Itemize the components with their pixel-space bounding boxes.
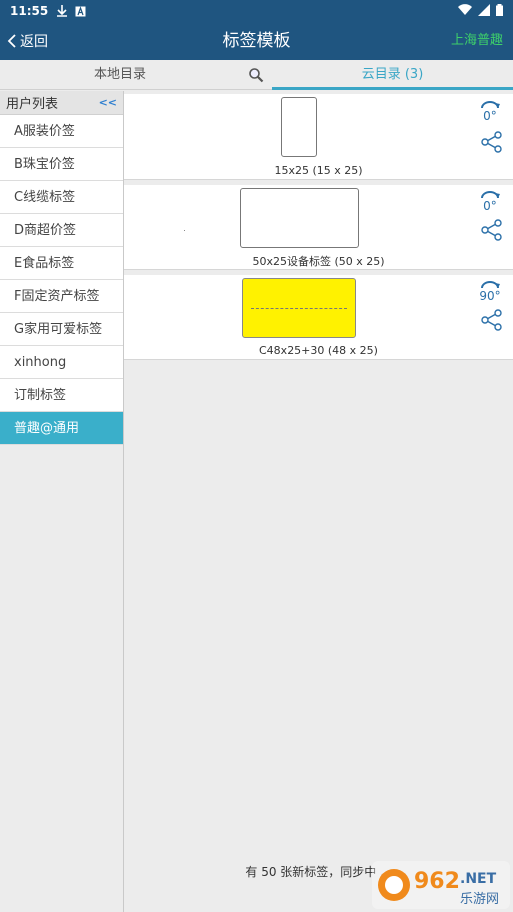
template-caption: 50x25设备标签 (50 x 25) (252, 255, 385, 268)
tab-cloud[interactable]: 云目录 (3) (272, 60, 513, 90)
signal-icon (478, 3, 490, 19)
battery-icon (496, 3, 503, 19)
sidebar-item[interactable]: 订制标签 (0, 379, 123, 412)
template-card[interactable]: 15x25 (15 x 25) 0° (124, 94, 513, 180)
wifi-icon (458, 4, 472, 18)
sidebar-item[interactable]: F固定资产标签 (0, 280, 123, 313)
sidebar-item[interactable]: B珠宝价签 (0, 148, 123, 181)
sidebar-item-active[interactable]: 普趣@通用 (0, 412, 123, 445)
rotation-value: 0° (483, 199, 497, 213)
sidebar-item[interactable]: xinhong (0, 346, 123, 379)
rotate-icon (481, 101, 500, 109)
company-link[interactable]: 上海普趣 (451, 22, 503, 60)
sidebar-item[interactable]: A服装价签 (0, 115, 123, 148)
svg-text:962: 962 (414, 869, 460, 894)
rotate-icon (481, 281, 500, 289)
rotate-button[interactable]: 0° (479, 190, 501, 213)
sidebar-item[interactable]: C线缆标签 (0, 181, 123, 214)
label-preview (240, 188, 359, 248)
a-icon (74, 5, 86, 17)
cut-line (251, 308, 347, 309)
tab-local[interactable]: 本地目录 (0, 60, 240, 90)
template-caption: C48x25+30 (48 x 25) (259, 344, 378, 357)
template-card[interactable]: C48x25+30 (48 x 25) 90° (124, 275, 513, 360)
collapse-button[interactable]: << (99, 96, 117, 109)
app-header: 返回 标签模板 上海普趣 (0, 22, 513, 60)
site-watermark-logo: 962 .NET 乐游网 (372, 861, 510, 909)
svg-text:.NET: .NET (460, 871, 497, 887)
share-icon[interactable] (481, 131, 503, 153)
status-bar: 11:55 (0, 0, 513, 22)
svg-text:乐游网: 乐游网 (460, 892, 499, 907)
rotation-value: 0° (483, 109, 497, 123)
label-preview (281, 97, 317, 157)
page-title: 标签模板 (222, 31, 291, 51)
status-time: 11:55 (10, 4, 49, 18)
user-list-title: 用户列表 (6, 97, 59, 112)
template-caption: 15x25 (15 x 25) (274, 164, 363, 177)
rotate-button[interactable]: 0° (479, 100, 501, 123)
sidebar-item[interactable]: E食品标签 (0, 247, 123, 280)
template-card[interactable]: 50x25设备标签 (50 x 25) 0° (124, 185, 513, 270)
search-icon[interactable] (248, 67, 264, 83)
template-list: 15x25 (15 x 25) 0° 50x25设备标签 (50 x 25) 0… (124, 91, 513, 912)
rotate-button[interactable]: 90° (479, 280, 501, 303)
preview-dot (184, 230, 185, 231)
sidebar-item[interactable]: D商超价签 (0, 214, 123, 247)
label-preview (242, 278, 356, 338)
user-list-sidebar: 用户列表 << A服装价签 B珠宝价签 C线缆标签 D商超价签 E食品标签 F固… (0, 91, 124, 912)
share-icon[interactable] (481, 309, 503, 331)
download-icon (56, 5, 68, 17)
rotation-value: 90° (479, 289, 501, 303)
share-icon[interactable] (481, 219, 503, 241)
user-list-header: 用户列表 << (0, 91, 123, 115)
rotate-icon (481, 191, 500, 199)
directory-tabs: 本地目录 云目录 (3) (0, 60, 513, 90)
sidebar-item[interactable]: G家用可爱标签 (0, 313, 123, 346)
